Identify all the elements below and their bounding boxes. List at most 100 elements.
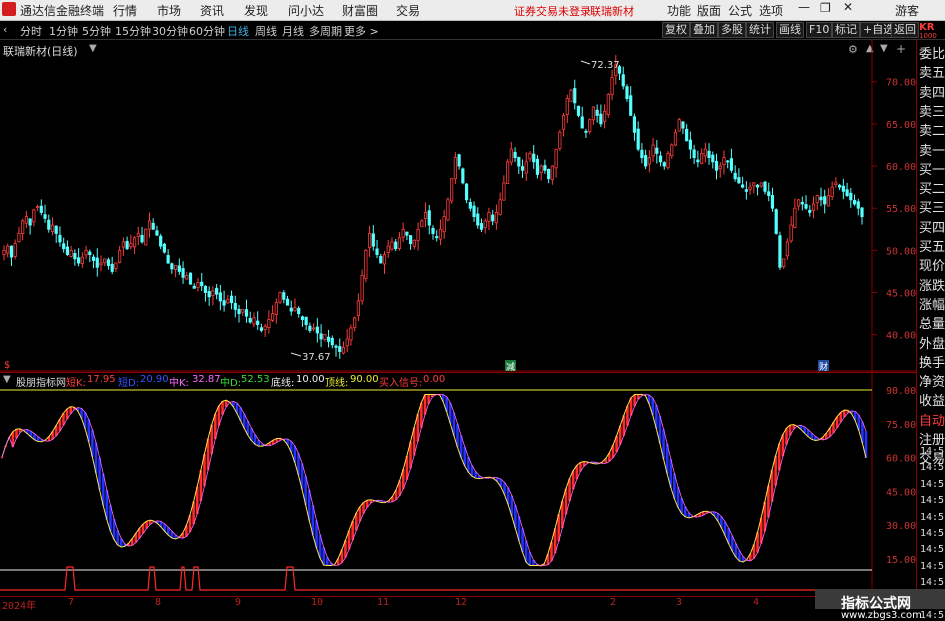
candle-body (173, 265, 178, 270)
candle-body (319, 333, 323, 340)
candle-body (50, 224, 55, 233)
tick-time: 14:5 (920, 528, 945, 539)
minimize-icon[interactable]: — (798, 0, 810, 14)
candle-body (349, 327, 353, 341)
fuquan-button[interactable]: 复权 (662, 22, 690, 38)
candle-body (222, 300, 226, 306)
candle-body (326, 336, 331, 342)
candle-body (159, 235, 163, 247)
candle-body (114, 262, 118, 269)
period-60min[interactable]: 60分钟 (189, 23, 225, 39)
candle-body (733, 172, 737, 180)
candle-body (502, 182, 506, 201)
huaxian-button[interactable]: 画线 (776, 22, 804, 38)
candle-body (371, 233, 375, 247)
candle-body (498, 199, 502, 215)
period-15min[interactable]: 15分钟 (115, 23, 151, 39)
x-label-11: 11 (377, 597, 390, 608)
candle-body (367, 233, 372, 248)
close-icon[interactable]: ✕ (843, 0, 853, 14)
menu-faxian[interactable]: 发现 (244, 2, 268, 19)
menu-shichang[interactable]: 市场 (157, 2, 181, 19)
period-5min[interactable]: 5分钟 (82, 23, 111, 39)
scroll-left-icon[interactable]: ‹ (3, 23, 7, 36)
candle-body (453, 157, 457, 180)
candle-body (539, 165, 543, 173)
candle-body (203, 285, 208, 293)
menu-jiaoyi[interactable]: 交易 (396, 2, 420, 19)
candle-body (655, 147, 659, 154)
candle-body (625, 86, 629, 99)
candle-body (423, 212, 428, 219)
candle-body (517, 156, 521, 167)
candle-body (685, 128, 689, 142)
quote-field-18: 收益 (919, 394, 945, 410)
candle-body (177, 265, 181, 272)
candle-body (121, 241, 125, 248)
candle-body (43, 214, 47, 219)
indicator-y-tick-label: 45.00 (886, 487, 916, 498)
quote-field-2: 卖四 (919, 85, 945, 101)
menu-gongneng[interactable]: 功能 (667, 2, 691, 19)
candle-body (830, 186, 834, 198)
candle-body (591, 106, 596, 121)
f10-button[interactable]: F10 (806, 22, 833, 38)
candle-body (726, 160, 730, 163)
period-multi[interactable]: 多周期 (309, 23, 342, 39)
candle-body (838, 184, 842, 188)
candle-body (576, 105, 581, 116)
candle-body (547, 168, 551, 180)
quote-field-12: 涨跌 (919, 278, 945, 294)
candle-body (420, 220, 424, 228)
candle-body (651, 144, 655, 157)
period-fenshi[interactable]: 分时 (20, 23, 42, 39)
back-button[interactable]: 返回 (891, 22, 919, 38)
menu-gongshi[interactable]: 公式 (728, 2, 752, 19)
duogu-button[interactable]: 多股 (718, 22, 746, 38)
menu-wenxiaoda[interactable]: 问小达 (288, 2, 324, 19)
period-1min[interactable]: 1分钟 (49, 23, 78, 39)
period-monthly[interactable]: 月线 (282, 23, 304, 39)
menu-zixun[interactable]: 资讯 (200, 2, 224, 19)
menu-hangqing[interactable]: 行情 (113, 2, 137, 19)
menu-xuanxiang[interactable]: 选项 (759, 2, 783, 19)
candle-body (162, 243, 167, 253)
candle-body (487, 212, 491, 222)
candle-body (237, 308, 241, 315)
y-tick-label: 50.00 (886, 246, 916, 257)
indicator-panel[interactable]: ▼ 股朋指标网 短K: 17.95 短D: 20.90 中K: 32.87 中D… (0, 372, 916, 596)
candle-body (147, 220, 152, 230)
candle-body (110, 263, 114, 272)
candle-body (65, 246, 70, 255)
candle-body (341, 346, 346, 354)
candle-body (103, 258, 107, 264)
candle-body (621, 74, 625, 87)
diejia-button[interactable]: 叠加 (690, 22, 718, 38)
candle-body (278, 292, 282, 303)
period-30min[interactable]: 30分钟 (152, 23, 188, 39)
user-name[interactable]: 游客 (895, 2, 919, 19)
period-weekly[interactable]: 周线 (255, 23, 277, 39)
period-daily[interactable]: 日线 (227, 23, 249, 39)
quote-field-17: 净资 (919, 375, 945, 391)
period-more[interactable]: 更多 > (344, 23, 379, 39)
maximize-icon[interactable]: ❐ (820, 1, 831, 15)
candle-body (69, 249, 73, 257)
marker-jian: 减 (506, 361, 515, 372)
menu-banmian[interactable]: 版面 (697, 2, 721, 19)
candle-body (714, 160, 719, 171)
candle-body (155, 230, 159, 236)
candle-body (782, 258, 786, 268)
main-chart-panel[interactable]: 联瑞新材(日线) ▼ ⚙ ▲ ▼ + 70.00 65.00 60.00 55.00 5… (0, 40, 916, 372)
candle-body (132, 237, 137, 248)
menu-caifuquan[interactable]: 财富圈 (342, 2, 378, 19)
tick-time: 14:5 (920, 511, 945, 523)
candle-body (297, 307, 301, 315)
biaoji-button[interactable]: 标记 (832, 22, 860, 38)
login-notice[interactable]: 证券交易未登录 (514, 3, 591, 19)
candle-body (166, 255, 170, 264)
candle-body (334, 345, 338, 348)
tongji-button[interactable]: 统计 (746, 22, 774, 38)
candle-body (412, 239, 416, 247)
x-axis: 2024年 7 8 9 10 11 12 2 3 4 (0, 596, 916, 612)
